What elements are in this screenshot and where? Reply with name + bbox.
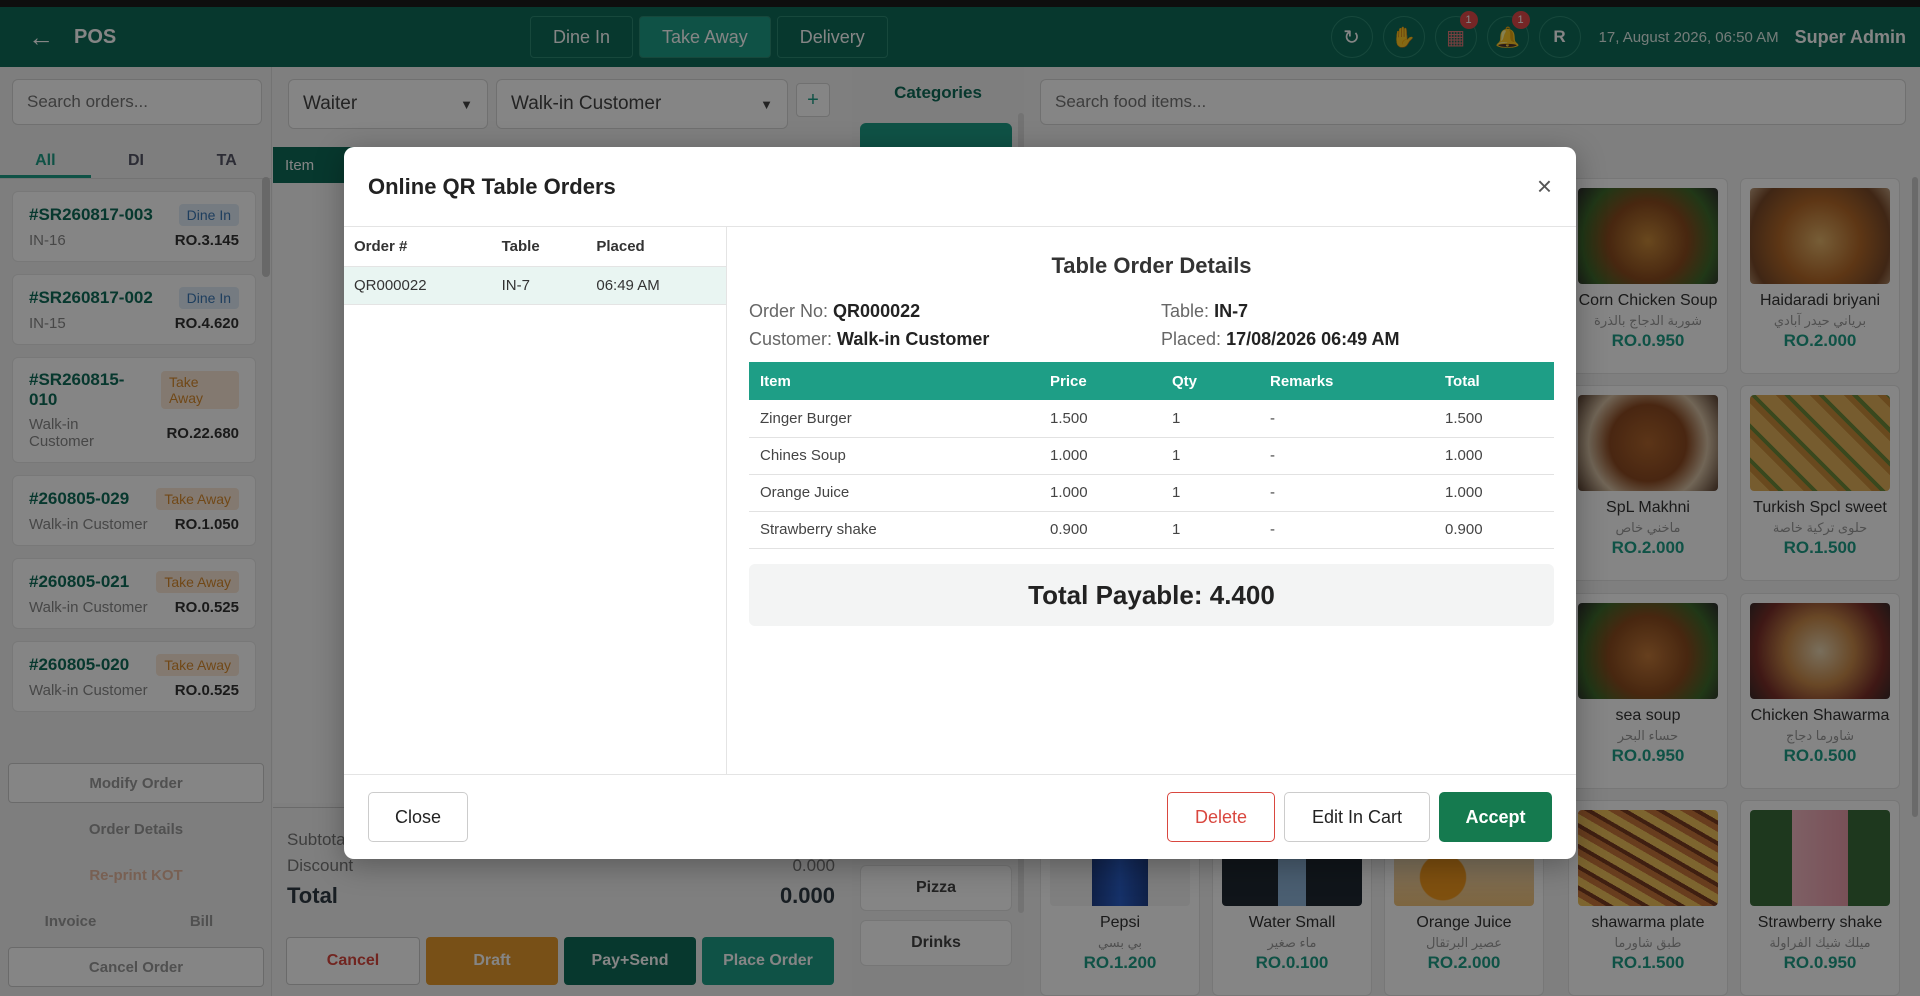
customer-value: Walk-in Customer	[837, 329, 990, 349]
modal-footer: Close Delete Edit In Cart Accept	[344, 774, 1576, 859]
delete-button[interactable]: Delete	[1167, 792, 1275, 842]
qr-order-row[interactable]: QR000022 IN-7 06:49 AM	[344, 267, 726, 305]
table-value: IN-7	[1214, 301, 1249, 321]
placed-value: 17/08/2026 06:49 AM	[1226, 329, 1400, 349]
qr-order-list: Order # Table Placed QR000022 IN-7 06:49…	[344, 227, 727, 774]
item-name: Orange Juice	[749, 474, 1039, 512]
col-total: Total	[1434, 362, 1554, 400]
col-table: Table	[501, 238, 540, 255]
modal-header: Online QR Table Orders ×	[344, 147, 1576, 227]
customer-meta: Customer: Walk-in Customer	[749, 329, 989, 350]
item-total: 1.000	[1434, 474, 1554, 512]
qr-order-table: IN-7	[501, 277, 530, 294]
customer-label: Customer:	[749, 329, 833, 349]
item-remarks: -	[1259, 474, 1434, 512]
item-remarks: -	[1259, 437, 1434, 475]
item-price: 1.000	[1039, 474, 1161, 512]
placed-meta: Placed: 17/08/2026 06:49 AM	[1161, 329, 1400, 350]
table-row: Chines Soup 1.000 1 - 1.000	[749, 437, 1554, 475]
col-qty: Qty	[1161, 362, 1259, 400]
col-placed: Placed	[596, 238, 645, 255]
item-qty: 1	[1161, 474, 1259, 512]
item-qty: 1	[1161, 437, 1259, 475]
table-row: Zinger Burger 1.500 1 - 1.500	[749, 400, 1554, 438]
qr-order-placed: 06:49 AM	[596, 277, 660, 294]
qr-order-list-header: Order # Table Placed	[344, 227, 726, 267]
order-no-label: Order No:	[749, 301, 829, 321]
item-remarks: -	[1259, 400, 1434, 438]
table-meta: Table: IN-7	[1161, 301, 1248, 322]
total-payable: Total Payable: 4.400	[749, 564, 1554, 626]
close-icon[interactable]: ×	[1537, 171, 1552, 202]
table-row: Strawberry shake 0.900 1 - 0.900	[749, 511, 1554, 549]
table-row: Orange Juice 1.000 1 - 1.000	[749, 474, 1554, 512]
item-name: Chines Soup	[749, 437, 1039, 475]
item-price: 1.500	[1039, 400, 1161, 438]
item-total: 1.000	[1434, 437, 1554, 475]
modal-title: Online QR Table Orders	[368, 173, 616, 199]
col-price: Price	[1039, 362, 1161, 400]
close-button[interactable]: Close	[368, 792, 468, 842]
item-qty: 1	[1161, 400, 1259, 438]
placed-label: Placed:	[1161, 329, 1222, 349]
order-no-meta: Order No: QR000022	[749, 301, 920, 322]
col-remarks: Remarks	[1259, 362, 1434, 400]
items-table-header: Item Price Qty Remarks Total	[749, 362, 1554, 400]
qr-order-number: QR000022	[354, 277, 427, 294]
col-order-number: Order #	[354, 238, 408, 255]
item-total: 0.900	[1434, 511, 1554, 549]
qr-orders-modal: Online QR Table Orders × Order # Table P…	[344, 147, 1576, 859]
item-qty: 1	[1161, 511, 1259, 549]
item-price: 1.000	[1039, 437, 1161, 475]
order-items-table: Item Price Qty Remarks Total Zinger Burg…	[749, 362, 1554, 549]
col-item: Item	[749, 362, 1039, 400]
accept-button[interactable]: Accept	[1439, 792, 1552, 842]
item-name: Zinger Burger	[749, 400, 1039, 438]
item-price: 0.900	[1039, 511, 1161, 549]
item-total: 1.500	[1434, 400, 1554, 438]
table-order-details: Table Order Details Order No: QR000022 C…	[749, 227, 1554, 774]
table-label: Table:	[1161, 301, 1210, 321]
details-title: Table Order Details	[1051, 253, 1252, 278]
item-remarks: -	[1259, 511, 1434, 549]
modal-body: Order # Table Placed QR000022 IN-7 06:49…	[344, 227, 1576, 774]
edit-in-cart-button[interactable]: Edit In Cart	[1284, 792, 1430, 842]
order-no-value: QR000022	[833, 301, 921, 321]
item-name: Strawberry shake	[749, 511, 1039, 549]
